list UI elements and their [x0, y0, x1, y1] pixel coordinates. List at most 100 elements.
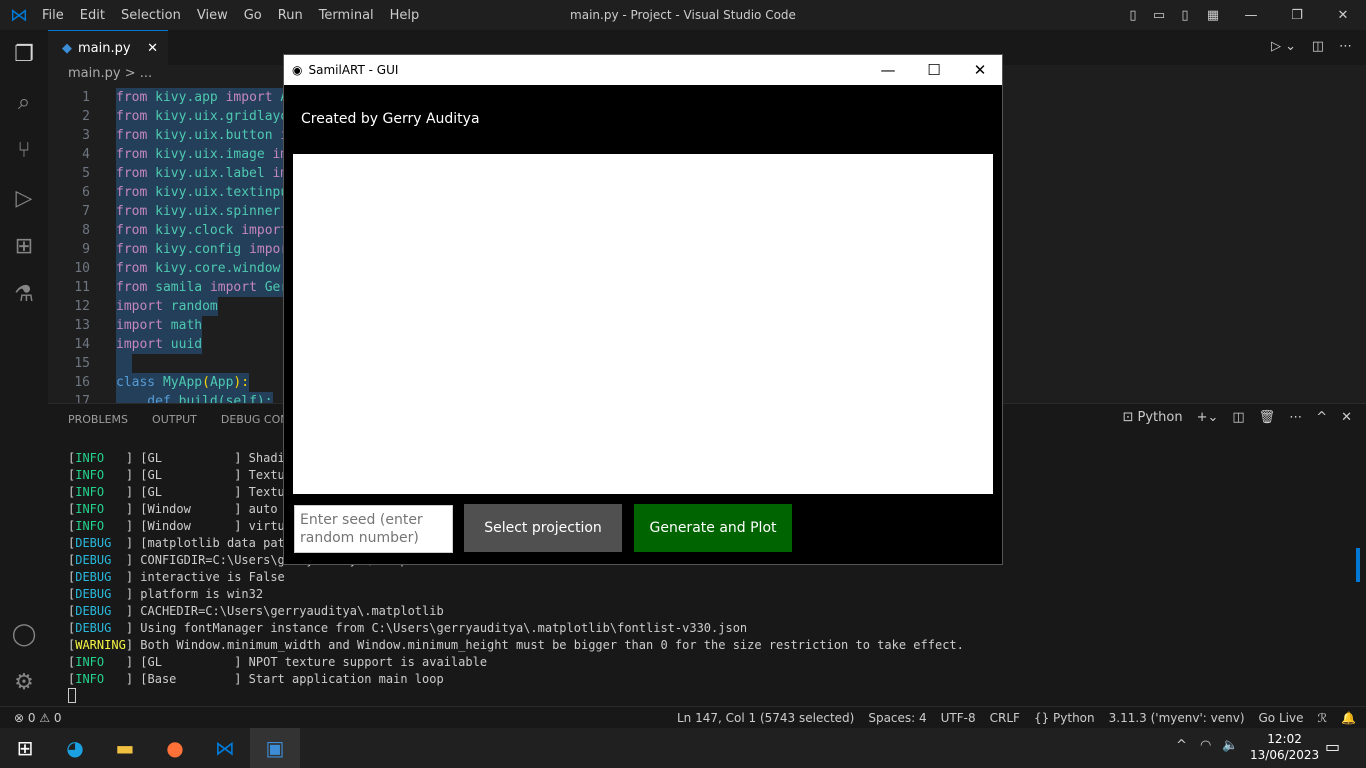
terminal-scrollbar[interactable] — [1356, 548, 1360, 582]
code-token: uuid — [162, 337, 203, 352]
search-icon[interactable]: ⌕ — [0, 78, 48, 126]
menu-file[interactable]: File — [34, 8, 72, 23]
start-windows-icon[interactable]: ⊞ — [0, 728, 50, 768]
toggle-panel-icon[interactable]: ▭ — [1146, 8, 1172, 23]
code-text: import uuid — [116, 335, 203, 354]
tab-output[interactable]: OUTPUT — [152, 413, 197, 426]
status-bar: ⊗ 0 ⚠ 0 Ln 147, Col 1 (5743 selected) Spa… — [0, 706, 1366, 728]
file-explorer-icon[interactable]: ▬ — [100, 728, 150, 768]
kill-terminal-icon[interactable]: 🗑 — [1259, 410, 1276, 425]
code-text: def build(self): — [116, 392, 273, 403]
close-panel-icon[interactable]: ✕ — [1341, 410, 1352, 425]
status-item[interactable]: Ln 147, Col 1 (5743 selected) — [677, 711, 854, 725]
kivy-minimize-button[interactable]: — — [865, 55, 911, 85]
firefox-icon[interactable]: ● — [150, 728, 200, 768]
clock[interactable]: 12:02 13/06/2023 — [1250, 731, 1319, 763]
status-item[interactable]: Go Live — [1259, 711, 1304, 725]
notification-icon[interactable]: ▭ — [1325, 737, 1340, 756]
log-level: INFO — [75, 672, 126, 686]
maximize-panel-icon[interactable]: ^ — [1316, 410, 1327, 425]
title-bar: ⋈ File Edit Selection View Go Run Terminal Help… — [0, 0, 1366, 30]
account-icon[interactable]: ◯ — [0, 610, 48, 658]
more-icon[interactable]: ⋯ — [1289, 410, 1302, 425]
toggle-sidebar-icon[interactable]: ▯ — [1120, 8, 1146, 23]
breadcrumb[interactable]: main.py > ... — [68, 66, 152, 81]
notifications-bell-icon[interactable]: 🔔 — [1341, 711, 1356, 725]
code-text: from kivy.config impor — [116, 240, 289, 259]
code-text: from kivy.app import A — [116, 88, 289, 107]
python-taskbar-icon[interactable]: ▣ — [250, 728, 300, 768]
line-number: 13 — [74, 318, 90, 333]
new-terminal-icon[interactable]: +⌄ — [1197, 410, 1219, 425]
log-message: [GL ] Textur — [133, 485, 292, 499]
volume-icon[interactable]: 🔈 — [1222, 738, 1238, 753]
log-message: [GL ] Shadin — [133, 451, 292, 465]
kivy-maximize-button[interactable]: ☐ — [911, 55, 957, 85]
log-level: INFO — [75, 468, 126, 482]
code-token: from — [116, 128, 148, 143]
run-debug-icon[interactable]: ▷ — [0, 174, 48, 222]
code-text: from samila import Ger — [116, 278, 289, 297]
menu-view[interactable]: View — [189, 8, 236, 23]
menu-run[interactable]: Run — [270, 8, 311, 23]
wifi-icon[interactable]: ◠ — [1200, 738, 1211, 753]
seed-input[interactable] — [294, 505, 453, 553]
testing-icon[interactable]: ⚗ — [0, 270, 48, 318]
code-token: App — [209, 375, 234, 390]
code-token: from — [116, 147, 148, 162]
vscode-logo-icon: ⋈ — [10, 4, 28, 26]
status-item[interactable]: UTF-8 — [941, 711, 976, 725]
log-level: INFO — [75, 502, 126, 516]
minimize-button[interactable]: — — [1228, 8, 1274, 23]
code-token: kivy.uix.button — [147, 128, 281, 143]
menu-help[interactable]: Help — [382, 8, 428, 23]
status-item[interactable]: Spaces: 4 — [868, 711, 926, 725]
kivy-close-button[interactable]: ✕ — [957, 55, 1003, 85]
menu-edit[interactable]: Edit — [72, 8, 113, 23]
problems-count[interactable]: ⊗ 0 ⚠ 0 — [14, 711, 62, 725]
terminal-name[interactable]: Python — [1138, 410, 1183, 425]
tab-main-py[interactable]: ◆ main.py ✕ — [48, 30, 168, 65]
status-item[interactable]: CRLF — [990, 711, 1020, 725]
explorer-icon[interactable]: ❐ — [0, 30, 48, 78]
close-button[interactable]: ✕ — [1320, 8, 1366, 23]
tab-problems[interactable]: PROBLEMS — [68, 413, 128, 426]
line-number: 6 — [82, 185, 90, 200]
more-actions-icon[interactable]: ⋯ — [1339, 39, 1352, 54]
status-item[interactable]: 3.11.3 ('myenv': venv) — [1109, 711, 1245, 725]
line-number: 14 — [74, 337, 90, 352]
menu-go[interactable]: Go — [236, 8, 270, 23]
kivy-window-title: SamilART - GUI — [308, 63, 399, 77]
status-item[interactable]: {} Python — [1034, 711, 1095, 725]
log-level: DEBUG — [75, 536, 126, 550]
code-token: from — [116, 204, 148, 219]
edge-icon[interactable]: ◕ — [50, 728, 100, 768]
code-token: MyApp — [155, 375, 203, 390]
code-token: kivy.uix.spinner — [147, 204, 289, 219]
feedback-icon[interactable]: ℛ — [1317, 711, 1327, 725]
menu-terminal[interactable]: Terminal — [311, 8, 382, 23]
line-number: 10 — [74, 261, 90, 276]
toggle-secondary-sidebar-icon[interactable]: ▯ — [1172, 8, 1198, 23]
terminal-line: [INFO ] [Base ] Start application main l… — [68, 672, 444, 686]
line-number: 12 — [74, 299, 90, 314]
extensions-icon[interactable]: ⊞ — [0, 222, 48, 270]
code-token: kivy.uix.image — [147, 147, 273, 162]
close-tab-icon[interactable]: ✕ — [147, 41, 158, 56]
source-control-icon[interactable]: ⑂ — [0, 126, 48, 174]
select-projection-spinner[interactable]: Select projection — [464, 504, 622, 552]
date: 13/06/2023 — [1250, 748, 1320, 762]
customize-layout-icon[interactable]: ▦ — [1198, 8, 1228, 23]
split-editor-icon[interactable]: ◫ — [1312, 39, 1324, 54]
code-token: kivy.uix.textinpu — [147, 185, 289, 200]
restore-button[interactable]: ❐ — [1274, 8, 1320, 23]
settings-gear-icon[interactable]: ⚙ — [0, 658, 48, 706]
line-number: 8 — [82, 223, 90, 238]
split-terminal-icon[interactable]: ◫ — [1232, 410, 1244, 425]
log-message: Using fontManager instance from C:\Users… — [133, 621, 748, 635]
show-hidden-icons-icon[interactable]: ^ — [1176, 738, 1187, 753]
vscode-taskbar-icon[interactable]: ⋈ — [200, 728, 250, 768]
generate-and-plot-button[interactable]: Generate and Plot — [634, 504, 792, 552]
menu-selection[interactable]: Selection — [113, 8, 189, 23]
run-python-icon[interactable]: ▷ ⌄ — [1271, 39, 1296, 54]
